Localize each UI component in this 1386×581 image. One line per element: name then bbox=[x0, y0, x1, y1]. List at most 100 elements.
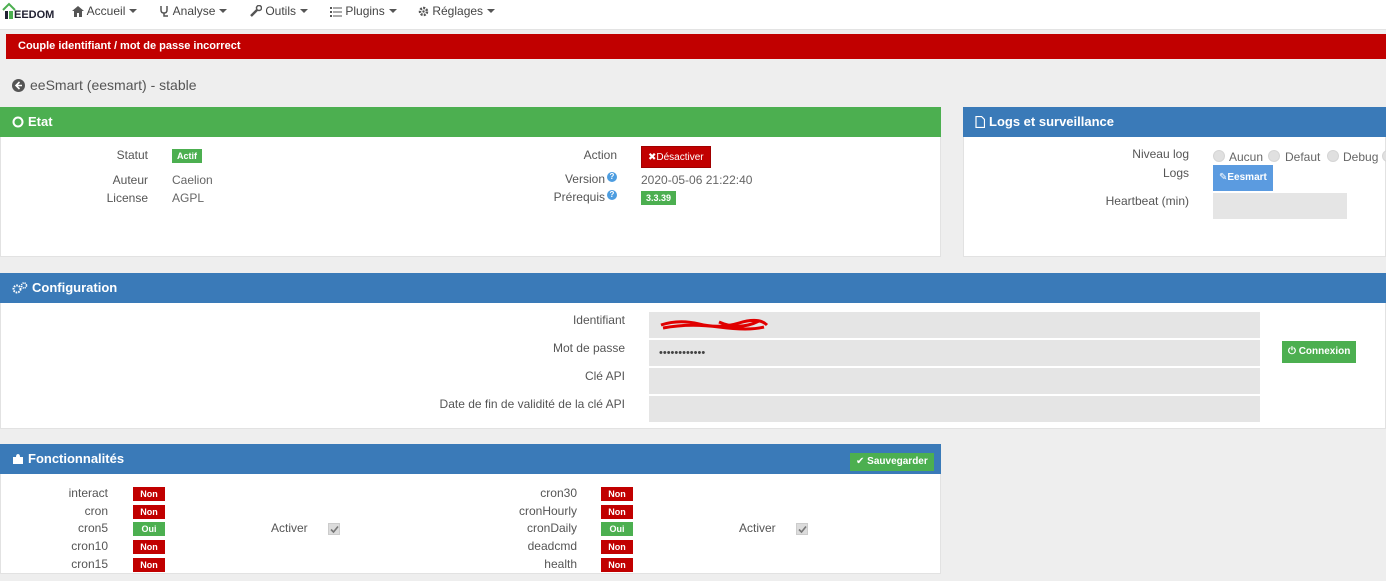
auteur-label: Auteur bbox=[112, 173, 148, 187]
puzzle-icon bbox=[13, 454, 23, 464]
help-icon[interactable]: ? bbox=[607, 190, 617, 200]
plug-icon: ⏻ bbox=[1288, 346, 1296, 357]
level-defaut-label: Defaut bbox=[1285, 150, 1321, 164]
configuration-panel: Configuration Identifiant Mot de passe •… bbox=[0, 273, 1386, 429]
feature-name: deadcmd bbox=[527, 539, 577, 553]
nav-analyse-label: Analyse bbox=[172, 4, 216, 18]
nav-plugins-label: Plugins bbox=[345, 4, 385, 18]
caret-down-icon bbox=[300, 9, 309, 13]
logs-heading-text: Logs et surveillance bbox=[989, 114, 1114, 129]
feature-status-badge: Non bbox=[601, 505, 633, 519]
feature-status-badge: Non bbox=[601, 487, 633, 501]
checkmark-icon bbox=[798, 525, 807, 534]
logs-heading: Logs et surveillance bbox=[963, 107, 1386, 137]
etat-panel: Etat Statut Actif Auteur Caelion License… bbox=[0, 107, 941, 257]
activer-label-left: Activer bbox=[271, 521, 308, 535]
heartbeat-label: Heartbeat (min) bbox=[1105, 194, 1189, 208]
page-title-text: eeSmart (eesmart) - stable bbox=[30, 77, 197, 93]
heartbeat-input[interactable] bbox=[1213, 193, 1347, 219]
nav-plugins[interactable]: Plugins bbox=[330, 4, 397, 22]
action-label: Action bbox=[583, 148, 617, 162]
prerequis-label-text: Prérequis bbox=[553, 190, 605, 204]
connexion-button[interactable]: ⏻ Connexion bbox=[1282, 341, 1357, 363]
nav-outils-label: Outils bbox=[265, 4, 297, 18]
prerequis-label: Prérequis? bbox=[554, 190, 617, 204]
caret-down-icon bbox=[219, 9, 228, 13]
eesmart-log-button[interactable]: ✎Eesmart bbox=[1213, 165, 1273, 191]
identifiant-label: Identifiant bbox=[572, 313, 625, 327]
feature-status-badge: Non bbox=[133, 505, 165, 519]
jeedom-logo[interactable]: EEDOM bbox=[0, 0, 58, 24]
help-icon[interactable]: ? bbox=[607, 172, 617, 182]
license-label: License bbox=[106, 191, 148, 205]
feature-name: interact bbox=[68, 486, 108, 500]
back-arrow-icon[interactable] bbox=[12, 79, 25, 92]
feature-status-badge: Non bbox=[133, 540, 165, 554]
feature-name: cron30 bbox=[540, 486, 577, 500]
etat-heading: Etat bbox=[0, 107, 941, 137]
feature-name: cronDaily bbox=[526, 521, 577, 535]
radio-aucun[interactable] bbox=[1213, 150, 1225, 162]
statut-badge: Actif bbox=[172, 149, 202, 163]
license-value: AGPL bbox=[172, 191, 205, 205]
page-title: eeSmart (eesmart) - stable bbox=[12, 77, 197, 93]
nav-analyse[interactable]: Analyse bbox=[159, 4, 228, 22]
feature-name: health bbox=[544, 557, 577, 571]
api-expiry-input[interactable] bbox=[649, 396, 1260, 422]
feature-status-badge: Non bbox=[133, 487, 165, 501]
feature-status-badge: Non bbox=[133, 558, 165, 572]
wrench-icon bbox=[250, 4, 263, 17]
feature-name: cron bbox=[84, 504, 108, 518]
level-debug-label: Debug bbox=[1343, 150, 1379, 164]
nav-reglages-label: Réglages bbox=[432, 4, 484, 18]
feature-name: cronHourly bbox=[518, 504, 577, 518]
feature-status-badge: Non bbox=[601, 558, 633, 572]
top-navbar: EEDOM Accueil Analyse Outils Plugins Rég… bbox=[0, 0, 1386, 30]
sauvegarder-button[interactable]: ✔ Sauvegarder bbox=[850, 453, 934, 471]
statut-label: Statut bbox=[116, 148, 148, 162]
api-key-input[interactable] bbox=[649, 368, 1260, 394]
radio-defaut[interactable] bbox=[1268, 150, 1280, 162]
caret-down-icon bbox=[388, 9, 397, 13]
fonctionnalites-panel: Fonctionnalités ✔ Sauvegarder interact N… bbox=[0, 444, 941, 574]
feature-status-badge: Non bbox=[601, 540, 633, 554]
identifiant-input[interactable] bbox=[649, 312, 1260, 338]
radio-more-level[interactable] bbox=[1382, 150, 1386, 162]
nav-accueil[interactable]: Accueil bbox=[72, 4, 138, 22]
api-key-label: Clé API bbox=[584, 369, 625, 383]
activer-checkbox-left[interactable] bbox=[328, 523, 340, 535]
caret-down-icon bbox=[487, 9, 496, 13]
etat-heading-text: Etat bbox=[28, 114, 53, 129]
password-label: Mot de passe bbox=[552, 341, 625, 355]
logs-panel: Logs et surveillance Niveau log Aucun De… bbox=[963, 107, 1386, 257]
version-label: Version? bbox=[565, 172, 617, 186]
caret-down-icon bbox=[129, 9, 138, 13]
fonctionnalites-heading-text: Fonctionnalités bbox=[28, 451, 125, 466]
prerequis-badge: 3.3.39 bbox=[641, 191, 677, 205]
circle-notch-icon bbox=[12, 116, 24, 128]
cog-icon bbox=[418, 6, 429, 17]
cogs-icon bbox=[12, 282, 28, 294]
configuration-heading: Configuration bbox=[0, 273, 1386, 303]
nav-outils[interactable]: Outils bbox=[250, 4, 309, 22]
feature-name: cron10 bbox=[71, 539, 108, 553]
feature-name: cron5 bbox=[77, 521, 108, 535]
activer-checkbox-right[interactable] bbox=[796, 523, 808, 535]
error-alert: Couple identifiant / mot de passe incorr… bbox=[6, 34, 1386, 59]
desactiver-button[interactable]: ✖Désactiver bbox=[641, 146, 711, 168]
version-label-text: Version bbox=[564, 172, 605, 186]
home-icon bbox=[72, 6, 84, 17]
nav-accueil-label: Accueil bbox=[86, 4, 126, 18]
nav-reglages[interactable]: Réglages bbox=[418, 4, 496, 22]
auteur-value: Caelion bbox=[172, 173, 213, 187]
logo-text: EEDOM bbox=[14, 9, 55, 21]
password-input[interactable]: •••••••••••• bbox=[649, 340, 1260, 366]
file-icon bbox=[975, 115, 986, 129]
desactiver-label: Désactiver bbox=[656, 152, 704, 163]
eesmart-log-label: Eesmart bbox=[1227, 172, 1267, 183]
radio-debug[interactable] bbox=[1327, 150, 1339, 162]
configuration-heading-text: Configuration bbox=[32, 280, 118, 295]
check-circle-icon: ✔ bbox=[856, 456, 865, 467]
feature-status-badge: Oui bbox=[601, 522, 633, 536]
redaction-scribble bbox=[660, 318, 769, 331]
